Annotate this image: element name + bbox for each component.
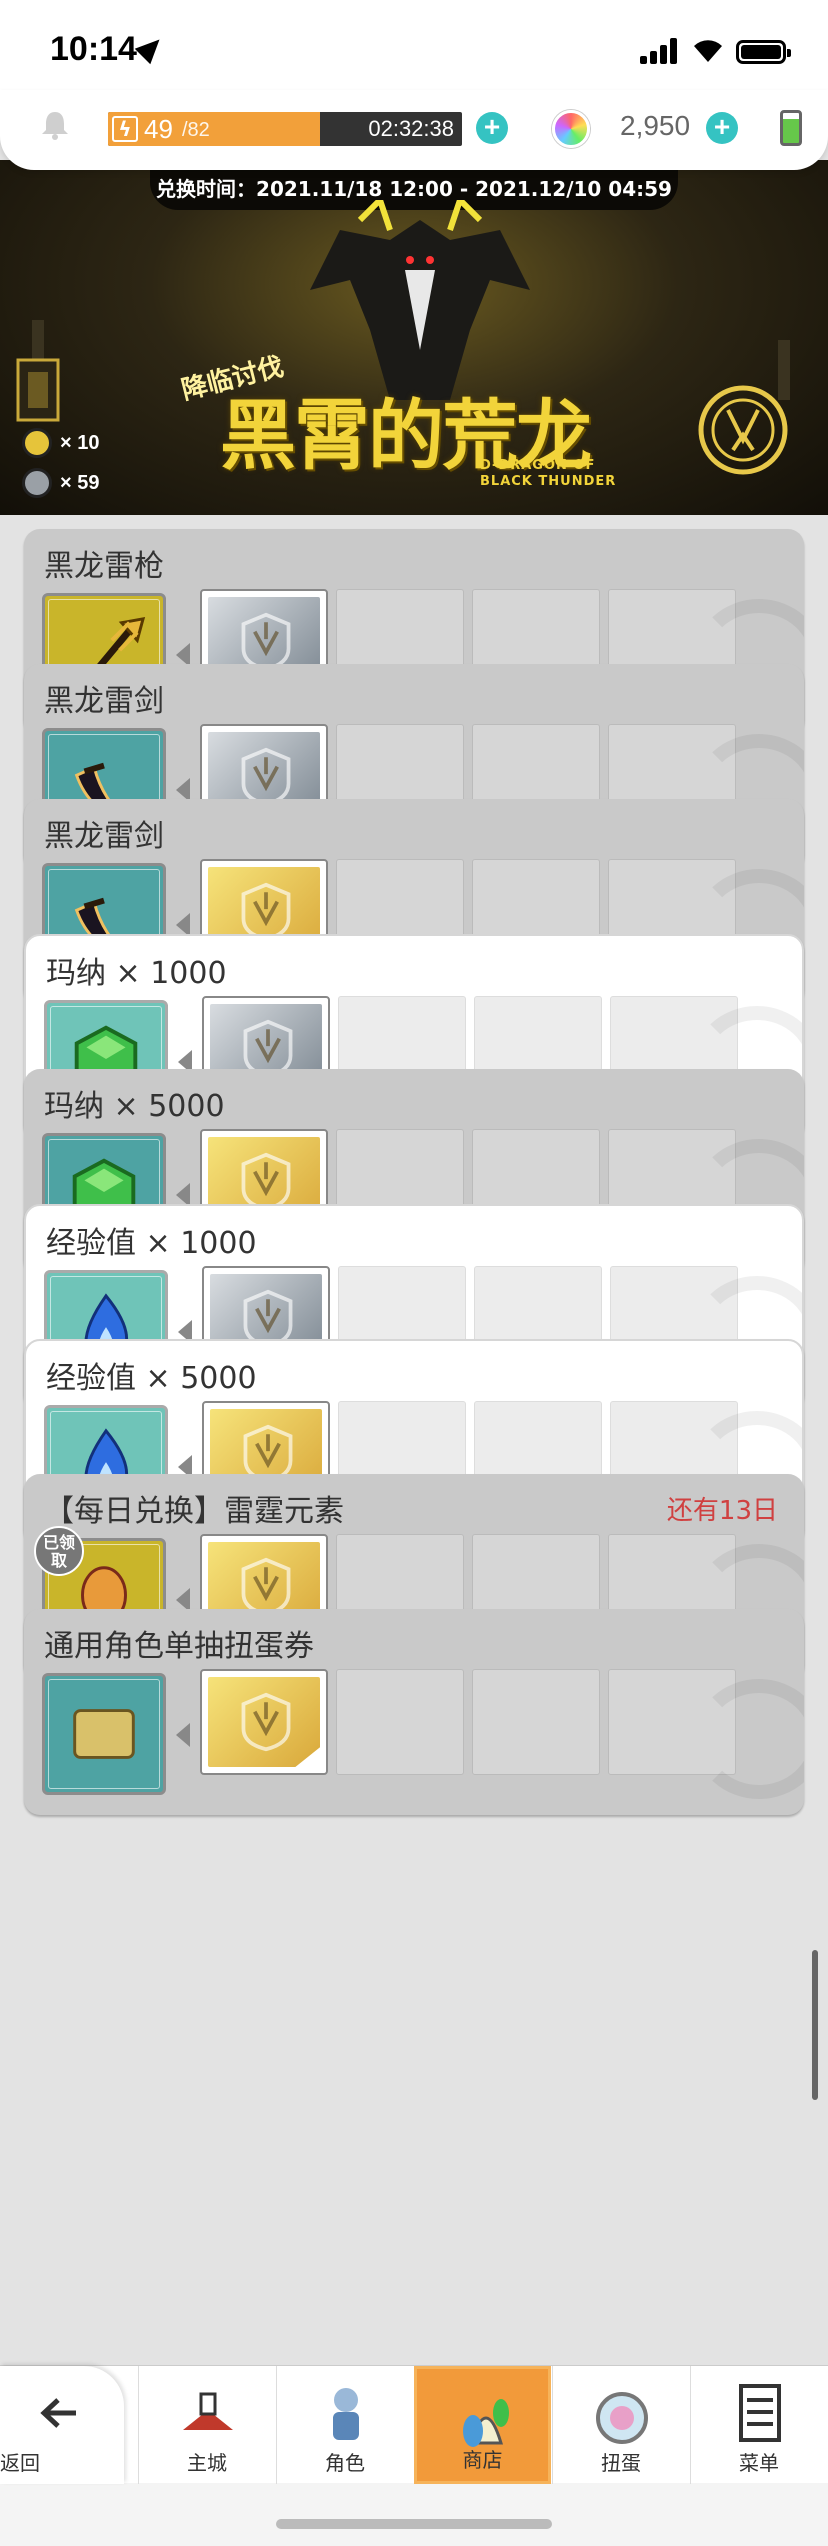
add-gems-button[interactable]: +	[706, 112, 738, 144]
exchange-card[interactable]: 通用角色单抽扭蛋券	[24, 1609, 804, 1815]
item-title: 玛纳 × 1000	[46, 956, 227, 991]
character-icon	[333, 2388, 359, 2440]
nav-tab-4[interactable]: 扭蛋	[552, 2366, 689, 2484]
silver-token-count: × 59	[60, 472, 100, 494]
back-button[interactable]: 返回	[0, 2366, 124, 2484]
nav-tab-2[interactable]: 角色	[276, 2366, 413, 2484]
stamina-bar: ϟ 49 /82 02:32:38	[108, 112, 462, 146]
item-title: 通用角色单抽扭蛋券	[44, 1629, 314, 1664]
gold-token-count: × 10	[60, 432, 100, 454]
gold-token-icon	[22, 428, 52, 458]
gacha-icon	[596, 2392, 648, 2444]
castle-icon	[183, 2392, 233, 2430]
days-remaining: 还有13日	[666, 1496, 778, 1526]
location-arrow-icon	[134, 31, 168, 65]
lightning-bolt-icon: ϟ	[112, 116, 138, 142]
item-title: 经验值 × 1000	[46, 1226, 257, 1261]
claimed-badge: 已领取	[34, 1526, 84, 1576]
item-title: 黑龙雷枪	[44, 549, 164, 584]
cellular-signal-icon	[640, 38, 680, 64]
banner-english-title: D-DRAGON OF BLACK THUNDER	[480, 458, 616, 490]
item-title: 经验值 × 5000	[46, 1361, 257, 1396]
nav-bar: 返回 主城 角色 商店 扭蛋 菜单	[0, 2365, 828, 2484]
home-indicator[interactable]	[276, 2519, 552, 2529]
wifi-icon	[694, 40, 722, 62]
bottom-navigation: 返回 主城 角色 商店 扭蛋 菜单	[0, 2365, 828, 2546]
thunder-emblem-icon	[698, 340, 790, 475]
arrow-left-icon	[176, 1723, 190, 1747]
item-title: 黑龙雷剑	[44, 684, 164, 719]
stamina-fill	[108, 112, 320, 146]
nav-tab-5[interactable]: 菜单	[690, 2366, 827, 2484]
scrollbar[interactable]	[812, 1950, 818, 2100]
item-title: 【每日兑换】雷霆元素	[44, 1494, 344, 1529]
banner-english-line2: BLACK THUNDER	[480, 474, 617, 489]
status-bar: 10:14	[0, 0, 828, 90]
nav-label: 主城	[187, 2451, 227, 2475]
nav-tab-1[interactable]: 主城	[138, 2366, 275, 2484]
gacha-ticket-icon	[73, 1709, 135, 1759]
banner-english-line1: D-DRAGON OF	[480, 458, 596, 473]
ornament-lantern-icon	[16, 320, 60, 422]
battery-icon	[736, 40, 791, 64]
nav-tab-3[interactable]: 商店	[414, 2366, 551, 2484]
battery-level-icon	[780, 110, 802, 146]
empty-slot	[336, 1669, 464, 1775]
item-title: 玛纳 × 5000	[44, 1089, 225, 1124]
nav-label: 商店	[462, 2448, 503, 2472]
nav-label: 返回	[0, 2451, 40, 2475]
menu-list-icon	[739, 2384, 781, 2442]
empty-slot	[472, 1669, 600, 1775]
event-banner: 兑换时间：2021.11/18 12:00 - 2021.12/10 04:59…	[0, 160, 828, 515]
back-arrow-icon	[40, 2398, 76, 2428]
item-title: 黑龙雷剑	[44, 819, 164, 854]
required-token	[200, 1669, 328, 1775]
status-time: 10:14	[50, 30, 137, 68]
stamina-timer: 02:32:38	[368, 116, 454, 141]
nav-label: 菜单	[739, 2451, 779, 2475]
gold-token-icon	[208, 1677, 320, 1767]
exchange-list[interactable]: 黑龙雷枪59/100总库存数5黑龙雷剑59/500总库存数1黑龙雷剑10/25总…	[0, 515, 828, 2365]
shop-icon	[463, 2399, 509, 2447]
nav-label: 扭蛋	[601, 2451, 641, 2475]
rainbow-gem-icon	[552, 110, 590, 148]
nav-label: 角色	[325, 2451, 365, 2475]
silver-token-icon	[22, 468, 52, 498]
bell-icon[interactable]	[38, 108, 72, 142]
stamina-max: /82	[182, 119, 210, 141]
reward-item[interactable]	[42, 1673, 166, 1795]
gem-count: 2,950	[620, 110, 691, 141]
add-stamina-button[interactable]: +	[476, 112, 508, 144]
stamina-current: 49	[144, 114, 173, 144]
resource-bar: ϟ 49 /82 02:32:38 + 2,950 +	[0, 90, 828, 170]
